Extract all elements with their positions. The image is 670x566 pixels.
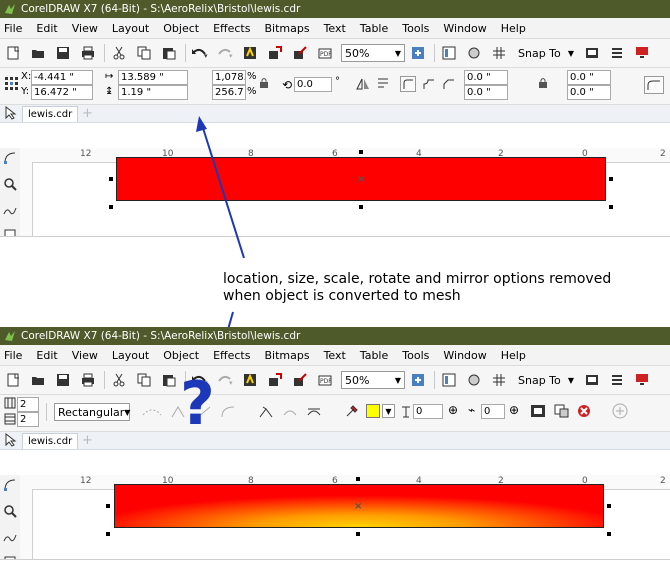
- grid-icon[interactable]: [490, 371, 508, 389]
- zoom-tool-icon[interactable]: [2, 503, 18, 519]
- selection-handle[interactable]: [356, 532, 360, 536]
- menu-view[interactable]: View: [72, 349, 98, 362]
- annotation-text: location, size, scale, rotate and mirror…: [223, 271, 612, 304]
- smooth-mesh-color-icon[interactable]: [530, 404, 546, 418]
- chevron-down-icon: ▼: [567, 375, 574, 385]
- mesh-fill-color-swatch[interactable]: [366, 404, 380, 418]
- eyedropper-icon[interactable]: [345, 404, 359, 418]
- chevron-down-icon: ▼: [394, 375, 401, 385]
- copy-icon[interactable]: [135, 371, 153, 389]
- pick-tool-icon[interactable]: [3, 433, 17, 447]
- options-icon[interactable]: [608, 371, 626, 389]
- mesh-rows-field[interactable]: 2: [17, 412, 39, 427]
- full-screen-icon[interactable]: [440, 371, 458, 389]
- mesh-property-bar: 2 2 Rectangular ▼ ▼ 0 ⊕ ⌁ 0 ⊕: [0, 395, 670, 432]
- chevron-down-icon: ▼: [385, 406, 392, 416]
- redo-icon[interactable]: ▾: [216, 371, 234, 389]
- corel-window-bottom: CorelDRAW X7 (64-Bit) - S:\AeroRelix\Bri…: [0, 327, 670, 560]
- selection-mode-combo[interactable]: Rectangular ▼: [54, 403, 130, 421]
- cusp-node-icon[interactable]: [258, 405, 274, 419]
- selection-handle[interactable]: [106, 504, 110, 508]
- snap-to-menu[interactable]: Snap To ▼: [515, 371, 577, 389]
- rectangle-tool-icon[interactable]: [2, 553, 18, 559]
- print-icon[interactable]: [79, 371, 97, 389]
- menu-file[interactable]: File: [4, 349, 22, 362]
- corel-connect-icon[interactable]: [241, 371, 259, 389]
- menu-text[interactable]: Text: [324, 349, 346, 362]
- svg-text:PDF: PDF: [320, 378, 332, 385]
- menu-bitmaps[interactable]: Bitmaps: [264, 349, 309, 362]
- import-icon[interactable]: [266, 371, 284, 389]
- clear-mesh-icon[interactable]: [577, 404, 591, 418]
- transparency-slider-icon[interactable]: ⊕: [448, 403, 458, 417]
- save-icon[interactable]: [54, 371, 72, 389]
- paste-icon[interactable]: [160, 371, 178, 389]
- copy-mesh-fill-icon[interactable]: [554, 404, 570, 418]
- mesh-columns-field[interactable]: 2: [17, 397, 39, 412]
- mesh-fill-color-dropdown[interactable]: ▼: [382, 404, 395, 418]
- export-icon[interactable]: [291, 371, 309, 389]
- shape-tool-icon[interactable]: [2, 477, 18, 493]
- chevron-down-icon: ▼: [124, 407, 131, 417]
- rotation-center-icon: ×: [354, 501, 363, 512]
- grid-rows-icon: [4, 413, 16, 425]
- smoothness-slider-icon[interactable]: ⊕: [509, 403, 519, 417]
- cut-icon[interactable]: [110, 371, 128, 389]
- menu-bar: File Edit View Layout Object Effects Bit…: [0, 345, 670, 366]
- arrow-head-up: [196, 116, 207, 132]
- ruler-tick: 12: [80, 476, 92, 486]
- vertical-ruler: [20, 489, 33, 559]
- curve-smoothing-icon: ⌁: [468, 403, 476, 417]
- menu-tools[interactable]: Tools: [402, 349, 429, 362]
- zoom-level-combo[interactable]: 50% ▼: [341, 371, 405, 389]
- title-bar: CorelDRAW X7 (64-Bit) - S:\AeroRelix\Bri…: [0, 327, 670, 345]
- symmetrical-node-icon[interactable]: [306, 405, 322, 419]
- menu-edit[interactable]: Edit: [36, 349, 57, 362]
- standard-toolbar: ▾ ▾ PDF 50% ▼ Snap To ▼: [0, 366, 670, 395]
- menu-window[interactable]: Window: [443, 349, 486, 362]
- selection-handle[interactable]: [607, 532, 611, 536]
- selection-handle[interactable]: [106, 532, 110, 536]
- convert-to-curve-icon[interactable]: [220, 405, 236, 419]
- ruler-tick: 2: [660, 476, 666, 486]
- document-tab-bar: lewis.cdr +: [0, 432, 670, 450]
- zoom-level-value: 50%: [345, 373, 370, 387]
- smooth-node-icon[interactable]: [282, 405, 298, 419]
- zoom-fit-icon[interactable]: [409, 371, 427, 389]
- toolbox: [0, 475, 21, 559]
- menu-table[interactable]: Table: [360, 349, 388, 362]
- publish-pdf-icon[interactable]: PDF: [316, 371, 334, 389]
- document-tab[interactable]: lewis.cdr: [22, 433, 79, 449]
- launch-icon[interactable]: [583, 371, 601, 389]
- snap-to-label: Snap To: [518, 373, 561, 387]
- grid-columns-icon: [4, 397, 16, 409]
- new-document-icon[interactable]: [4, 371, 22, 389]
- add-mesh-plus-icon[interactable]: [612, 403, 628, 419]
- separator: [434, 371, 435, 389]
- menu-object[interactable]: Object: [163, 349, 199, 362]
- transparency-icon: [402, 406, 410, 418]
- transparency-field[interactable]: 0: [413, 404, 443, 419]
- drawing-canvas[interactable]: 12 10 8 6 4 2 0 2 ×: [0, 475, 670, 559]
- selection-handle[interactable]: [607, 504, 611, 508]
- rulers-icon[interactable]: [465, 371, 483, 389]
- add-intersection-icon[interactable]: [142, 405, 162, 419]
- selection-handle[interactable]: [356, 477, 360, 481]
- menu-effects[interactable]: Effects: [213, 349, 250, 362]
- separator: [104, 371, 105, 389]
- menu-help[interactable]: Help: [501, 349, 526, 362]
- corel-logo-icon: [5, 331, 15, 341]
- selection-mode-value: Rectangular: [58, 405, 125, 419]
- window-title: CorelDRAW X7 (64-Bit) - S:\AeroRelix\Bri…: [21, 330, 301, 342]
- menu-layout[interactable]: Layout: [112, 349, 149, 362]
- freehand-tool-icon[interactable]: [2, 529, 18, 545]
- question-mark: ?: [180, 369, 215, 439]
- arrow-line-up: [202, 127, 245, 259]
- new-tab-plus-icon[interactable]: +: [82, 434, 93, 447]
- open-folder-icon[interactable]: [29, 371, 47, 389]
- curve-smoothness-field[interactable]: 0: [481, 404, 505, 419]
- svg-text:▾: ▾: [229, 379, 233, 387]
- application-launcher-icon[interactable]: [633, 371, 651, 389]
- separator: [46, 403, 47, 421]
